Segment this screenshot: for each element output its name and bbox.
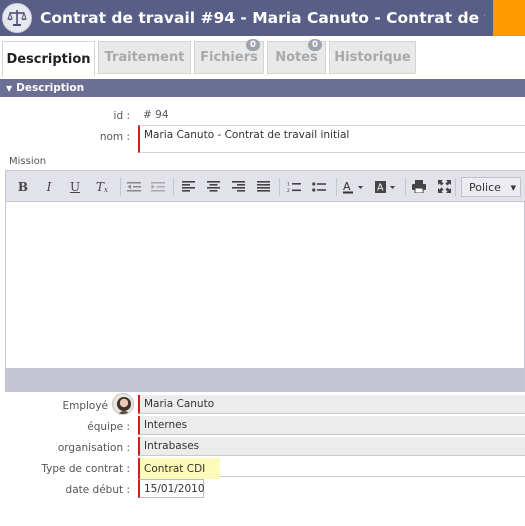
tab-notes-label: Notes [275, 50, 318, 65]
section-header-description[interactable]: ▼ Description [0, 79, 525, 97]
align-center-icon[interactable] [205, 178, 221, 195]
tab-traitement-label: Traitement [104, 50, 185, 65]
svg-text:A: A [343, 180, 351, 193]
nom-label: nom : [99, 131, 130, 143]
equipe-field[interactable]: Internes [138, 416, 525, 435]
date-debut-value: 15/01/2010 [144, 482, 205, 495]
maximize-icon[interactable] [436, 178, 452, 195]
numbered-list-icon[interactable]: 12 [286, 178, 302, 195]
avatar [112, 393, 134, 415]
tab-bar: Description Traitement Fichiers 0 Notes … [0, 39, 525, 77]
background-color-icon[interactable]: A [374, 178, 400, 195]
organisation-label: organisation : [57, 442, 130, 454]
tab-notes-badge: 0 [308, 39, 322, 51]
font-select[interactable]: Police ▼ [461, 177, 521, 197]
mission-editor-content[interactable] [6, 202, 524, 369]
chevron-down-icon: ▼ [510, 184, 516, 192]
caret-down-icon: ▼ [6, 83, 13, 93]
align-right-icon[interactable] [230, 178, 246, 195]
id-label: id : [113, 110, 130, 122]
title-bar: Contrat de travail #94 - Maria Canuto - … [0, 0, 525, 36]
svg-text:A: A [377, 182, 384, 193]
outdent-icon[interactable] [126, 178, 142, 195]
tab-fichiers[interactable]: Fichiers 0 [194, 39, 264, 74]
equipe-label: équipe : [87, 421, 130, 433]
tab-notes[interactable]: Notes 0 [267, 39, 326, 74]
employe-label: Employé [62, 400, 108, 412]
title-accent [493, 0, 525, 36]
record-window: Contrat de travail #94 - Maria Canuto - … [0, 0, 525, 526]
tab-description[interactable]: Description [2, 41, 95, 77]
align-left-icon[interactable] [180, 178, 196, 195]
employe-value: Maria Canuto [144, 398, 215, 410]
editor-toolbar: B I U Tx 1 2 A A Police ▼ [6, 171, 525, 202]
svg-text:1: 1 [287, 181, 290, 187]
section-title: Description [16, 82, 85, 94]
remove-format-icon[interactable]: Tx [94, 178, 110, 195]
id-value: # 94 [143, 109, 169, 121]
organisation-value: Intrabases [144, 440, 200, 452]
mission-label: Mission [9, 156, 47, 167]
date-debut-label: date début : [65, 484, 130, 496]
font-select-value: Police [469, 180, 501, 194]
tab-fichiers-badge: 0 [246, 39, 260, 51]
svg-text:2: 2 [287, 188, 290, 193]
nom-field[interactable]: Maria Canuto - Contrat de travail initia… [138, 125, 525, 153]
underline-icon[interactable]: U [68, 178, 82, 195]
type-contrat-value: Contrat CDI [144, 462, 206, 475]
tab-description-label: Description [6, 51, 91, 67]
scales-icon [2, 3, 32, 33]
equipe-value: Internes [144, 419, 188, 431]
bold-icon[interactable]: B [16, 178, 30, 195]
employe-field[interactable]: Maria Canuto [138, 395, 525, 414]
tab-historique-label: Historique [334, 50, 411, 65]
mission-editor: B I U Tx 1 2 A A Police ▼ [5, 170, 525, 392]
date-debut-input[interactable]: 15/01/2010 [138, 479, 205, 498]
tab-fichiers-label: Fichiers [200, 50, 258, 65]
indent-icon[interactable] [150, 178, 166, 195]
type-contrat-field[interactable]: Contrat CDI [138, 458, 220, 479]
tab-historique[interactable]: Historique [329, 41, 416, 74]
bulleted-list-icon[interactable] [311, 178, 327, 195]
italic-icon[interactable]: I [42, 178, 56, 195]
print-icon[interactable] [411, 178, 427, 195]
text-color-icon[interactable]: A [342, 178, 368, 195]
organisation-field[interactable]: Intrabases [138, 437, 525, 456]
window-title: Contrat de travail #94 - Maria Canuto - … [40, 9, 485, 27]
tab-traitement[interactable]: Traitement [98, 41, 191, 74]
editor-resize-bar [6, 368, 524, 391]
type-contrat-label: Type de contrat : [41, 463, 130, 475]
nom-value: Maria Canuto - Contrat de travail initia… [144, 129, 350, 141]
justify-icon[interactable] [255, 178, 271, 195]
